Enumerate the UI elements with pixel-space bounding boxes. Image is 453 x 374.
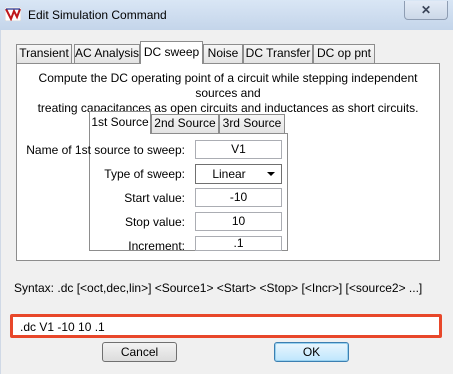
stop-value-input[interactable]: 10 xyxy=(195,212,282,231)
close-button[interactable]: ✕ xyxy=(404,1,448,20)
window-title: Edit Simulation Command xyxy=(28,8,167,22)
stop-value-label: Stop value: xyxy=(124,215,185,229)
dc-sweep-panel: Compute the DC operating point of a circ… xyxy=(16,63,440,261)
command-line-text: .dc V1 -10 10 .1 xyxy=(20,320,105,334)
cancel-button[interactable]: Cancel xyxy=(102,342,177,362)
tab-ac-analysis[interactable]: AC Analysis xyxy=(74,44,140,63)
tab-transient[interactable]: Transient xyxy=(16,44,72,63)
tab-dc-transfer[interactable]: DC Transfer xyxy=(243,44,313,63)
tab-noise[interactable]: Noise xyxy=(203,44,243,63)
description-line-1: Compute the DC operating point of a circ… xyxy=(38,71,418,100)
ok-button[interactable]: OK xyxy=(274,342,349,362)
simulation-command-dialog: Edit Simulation Command ✕ Transient AC A… xyxy=(0,0,453,374)
dialog-body: Transient AC Analysis DC sweep Noise DC … xyxy=(0,30,453,374)
tab-2nd-source[interactable]: 2nd Source xyxy=(151,114,219,133)
tab-3rd-source[interactable]: 3rd Source xyxy=(219,114,285,133)
increment-label: Increment: xyxy=(128,239,185,253)
dc-sweep-description: Compute the DC operating point of a circ… xyxy=(17,71,439,116)
start-value-label: Start value: xyxy=(124,191,185,205)
ltspice-app-icon xyxy=(5,7,21,21)
source-name-input[interactable]: V1 xyxy=(195,140,282,159)
sweep-type-value: Linear xyxy=(212,167,246,181)
close-icon: ✕ xyxy=(420,3,432,17)
tab-1st-source[interactable]: 1st Source xyxy=(89,111,151,134)
source-tabs: 1st Source 2nd Source 3rd Source xyxy=(89,111,289,134)
source-name-label: Name of 1st source to sweep: xyxy=(26,143,185,157)
start-value-input[interactable]: -10 xyxy=(195,188,282,207)
syntax-hint: Syntax: .dc [<oct,dec,lin>] <Source1> <S… xyxy=(14,281,423,295)
increment-input[interactable]: .1 xyxy=(195,236,282,251)
command-line-input[interactable]: .dc V1 -10 10 .1 xyxy=(10,314,442,338)
tab-dc-op-pnt[interactable]: DC op pnt xyxy=(313,44,375,63)
sweep-type-select[interactable]: Linear xyxy=(195,164,282,184)
sweep-type-label: Type of sweep: xyxy=(104,167,185,181)
tab-dc-sweep[interactable]: DC sweep xyxy=(140,41,203,64)
title-bar[interactable]: Edit Simulation Command ✕ xyxy=(0,0,453,30)
chevron-down-icon xyxy=(267,172,275,176)
source-settings-panel: Name of 1st source to sweep: V1 Type of … xyxy=(26,133,288,253)
